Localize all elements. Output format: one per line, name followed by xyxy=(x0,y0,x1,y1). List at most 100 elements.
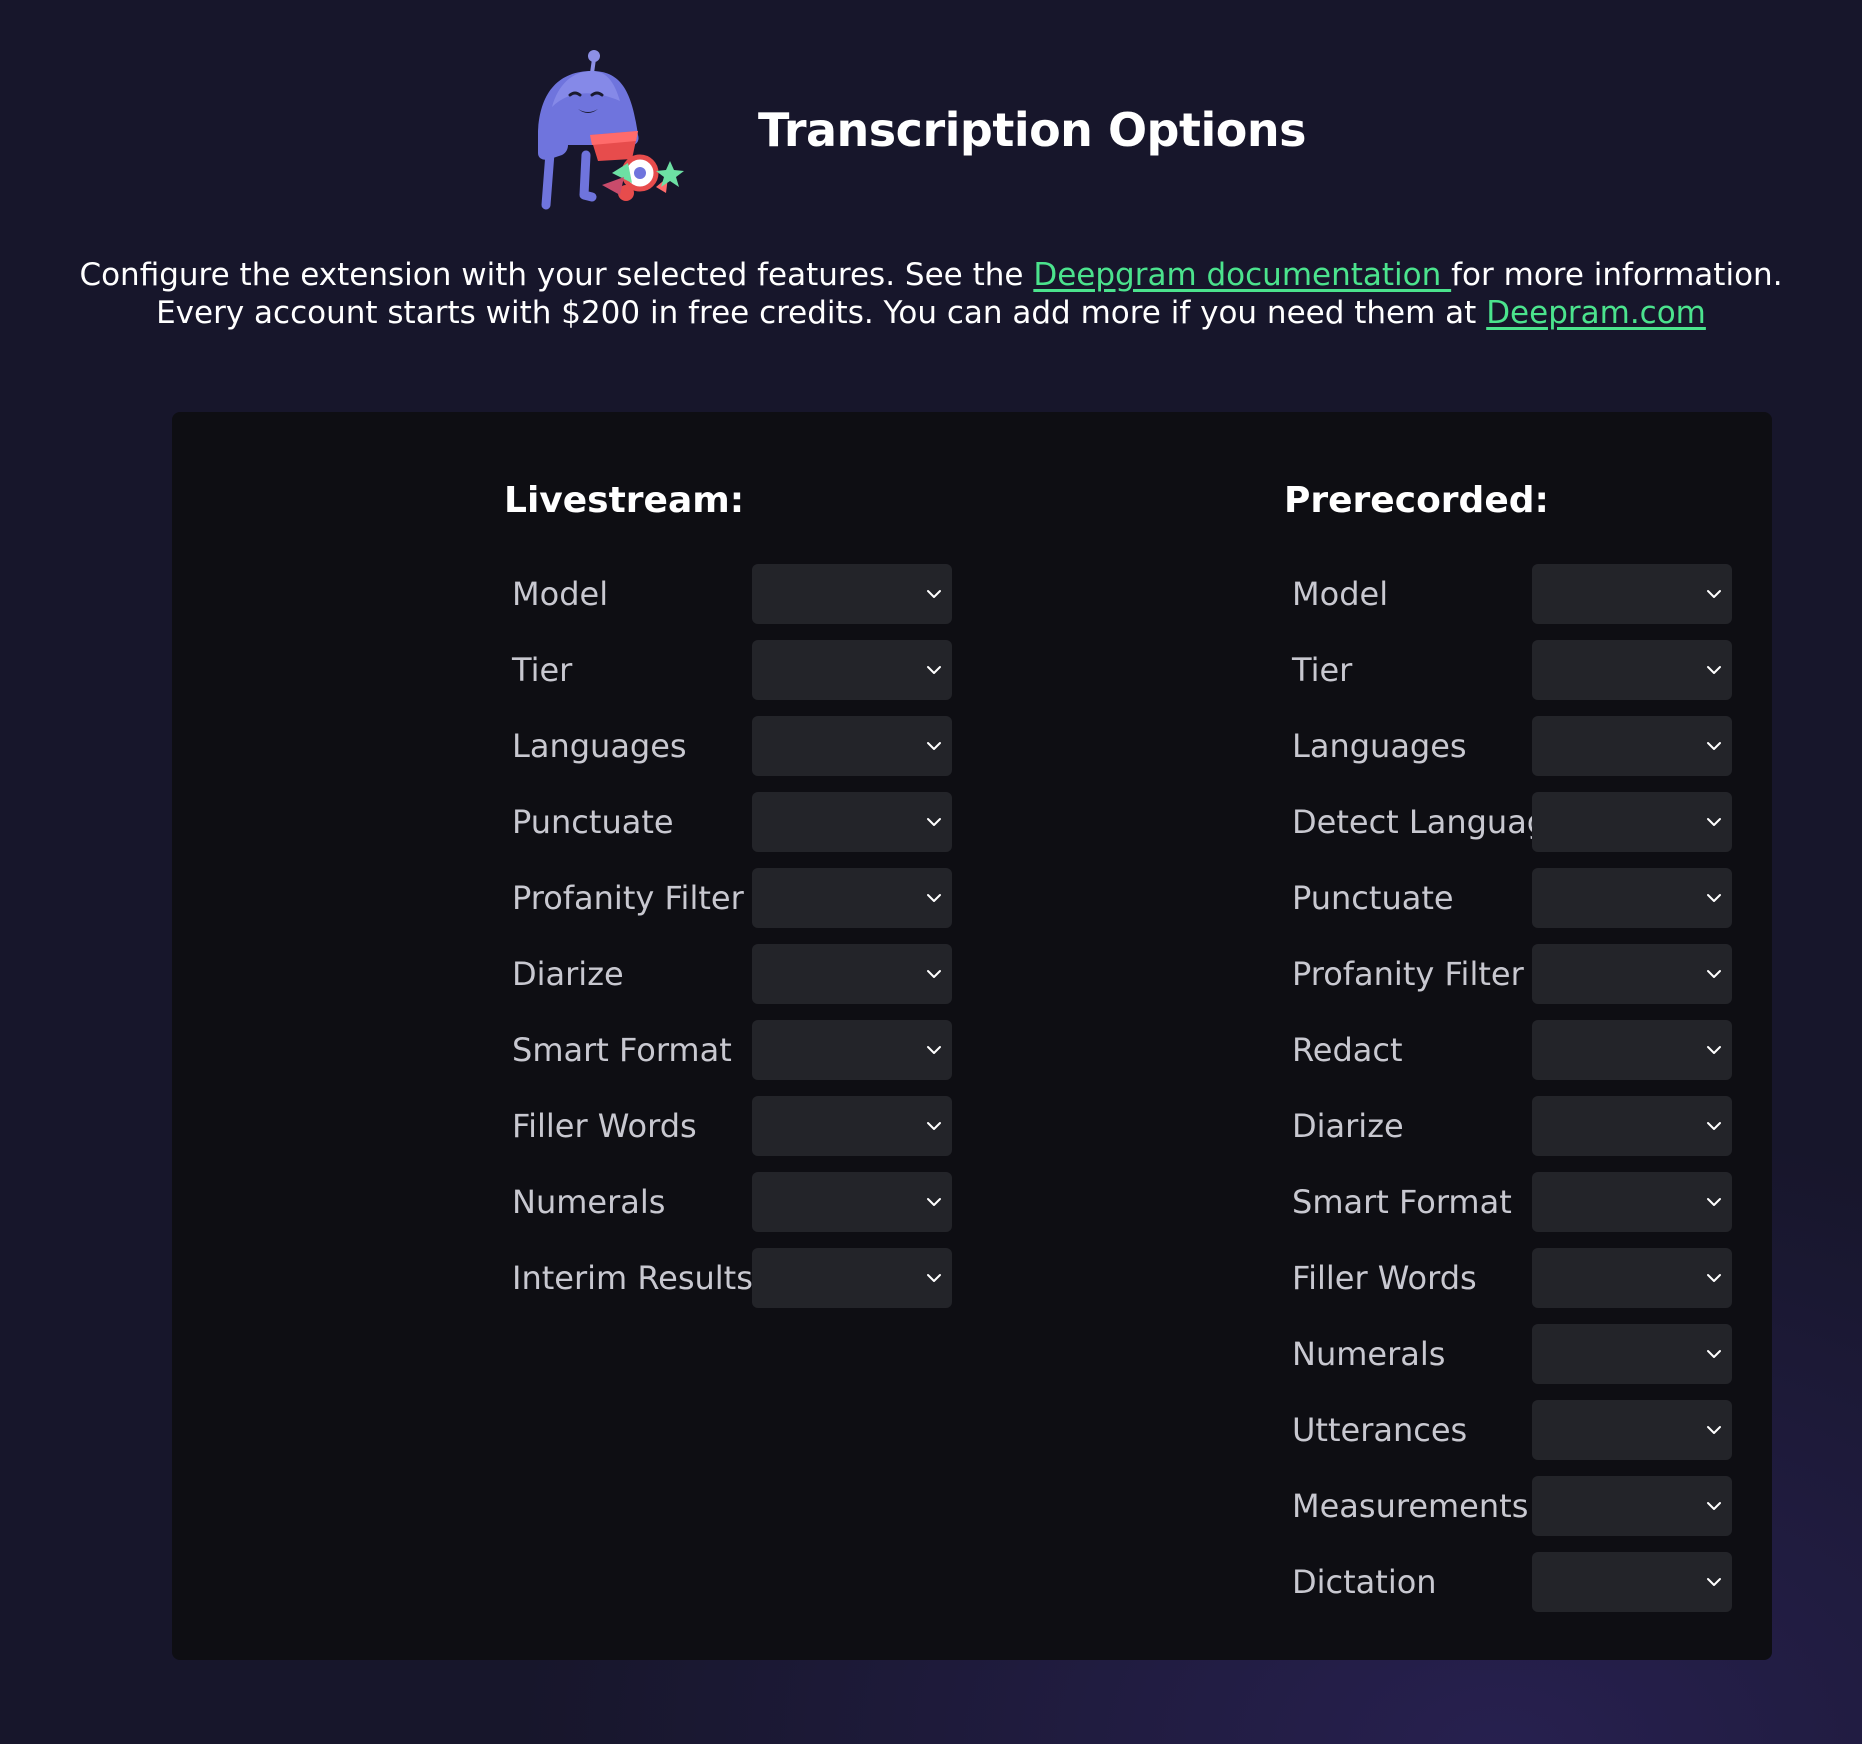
smart-format-label: Smart Format xyxy=(1292,1183,1512,1221)
dictation-label: Dictation xyxy=(1292,1563,1437,1601)
prerecorded-row-utterances: Utterances xyxy=(1112,1400,1732,1460)
profanity-filter-select[interactable] xyxy=(752,868,952,928)
livestream-row-punctuate: Punctuate xyxy=(332,792,952,852)
detect-language-select[interactable] xyxy=(1532,792,1732,852)
tier-select[interactable] xyxy=(752,640,952,700)
measurements-select[interactable] xyxy=(1532,1476,1732,1536)
punctuate-label: Punctuate xyxy=(512,803,674,841)
intro-text: Configure the extension with your select… xyxy=(0,256,1862,332)
model-select[interactable] xyxy=(752,564,952,624)
intro-line-1-end: for more information. xyxy=(1451,257,1783,293)
model-select[interactable] xyxy=(1532,564,1732,624)
numerals-select[interactable] xyxy=(1532,1324,1732,1384)
filler-words-select[interactable] xyxy=(1532,1248,1732,1308)
model-label: Model xyxy=(1292,575,1389,613)
chevron-down-icon xyxy=(927,742,941,750)
options-card: Livestream: Model Tier Languages Punctuate P… xyxy=(172,412,1772,1660)
tier-label: Tier xyxy=(1292,651,1353,689)
filler-words-label: Filler Words xyxy=(512,1107,697,1145)
dictation-select[interactable] xyxy=(1532,1552,1732,1612)
smart-format-select[interactable] xyxy=(752,1020,952,1080)
chevron-down-icon xyxy=(927,1122,941,1130)
chevron-down-icon xyxy=(927,590,941,598)
languages-select[interactable] xyxy=(1532,716,1732,776)
interim-results-label: Interim Results xyxy=(512,1259,753,1297)
chevron-down-icon xyxy=(1707,1426,1721,1434)
prerecorded-row-model: Model xyxy=(1112,564,1732,624)
livestream-row-profanity-filter: Profanity Filter xyxy=(332,868,952,928)
filler-words-select[interactable] xyxy=(752,1096,952,1156)
chevron-down-icon xyxy=(927,666,941,674)
chevron-down-icon xyxy=(927,1274,941,1282)
livestream-row-languages: Languages xyxy=(332,716,952,776)
punctuate-select[interactable] xyxy=(1532,868,1732,928)
chevron-down-icon xyxy=(1707,1350,1721,1358)
profanity-filter-select[interactable] xyxy=(1532,944,1732,1004)
prerecorded-row-measurements: Measurements xyxy=(1112,1476,1732,1536)
languages-label: Languages xyxy=(512,727,687,765)
deepgram-site-link[interactable]: Deepram.com xyxy=(1486,295,1706,331)
utterances-select[interactable] xyxy=(1532,1400,1732,1460)
livestream-row-filler-words: Filler Words xyxy=(332,1096,952,1156)
smart-format-select[interactable] xyxy=(1532,1172,1732,1232)
profanity-filter-label: Profanity Filter xyxy=(1292,955,1524,993)
prerecorded-row-detect-language: Detect Language xyxy=(1112,792,1732,852)
chevron-down-icon xyxy=(1707,1198,1721,1206)
diarize-label: Diarize xyxy=(1292,1107,1404,1145)
chevron-down-icon xyxy=(927,818,941,826)
chevron-down-icon xyxy=(1707,1046,1721,1054)
livestream-row-numerals: Numerals xyxy=(332,1172,952,1232)
diarize-select[interactable] xyxy=(752,944,952,1004)
measurements-label: Measurements xyxy=(1292,1487,1529,1525)
prerecorded-row-diarize: Diarize xyxy=(1112,1096,1732,1156)
prerecorded-row-profanity-filter: Profanity Filter xyxy=(1112,944,1732,1004)
prerecorded-row-punctuate: Punctuate xyxy=(1112,868,1732,928)
intro-line-1: Configure the extension with your select… xyxy=(0,256,1862,294)
chevron-down-icon xyxy=(1707,1122,1721,1130)
prerecorded-row-dictation: Dictation xyxy=(1112,1552,1732,1612)
intro-line-2-text: Every account starts with $200 in free c… xyxy=(156,295,1487,331)
tier-label: Tier xyxy=(512,651,573,689)
deepgram-docs-link[interactable]: Deepgram documentation xyxy=(1033,257,1451,293)
prerecorded-row-smart-format: Smart Format xyxy=(1112,1172,1732,1232)
diarize-select[interactable] xyxy=(1532,1096,1732,1156)
chevron-down-icon xyxy=(927,1198,941,1206)
prerecorded-fields: Model Tier Languages Detect Language Punctua… xyxy=(1112,564,1732,1628)
numerals-select[interactable] xyxy=(752,1172,952,1232)
intro-line-2: Every account starts with $200 in free c… xyxy=(0,294,1862,332)
punctuate-label: Punctuate xyxy=(1292,879,1454,917)
chevron-down-icon xyxy=(1707,1502,1721,1510)
model-label: Model xyxy=(512,575,609,613)
prerecorded-row-filler-words: Filler Words xyxy=(1112,1248,1732,1308)
redact-label: Redact xyxy=(1292,1031,1403,1069)
prerecorded-row-redact: Redact xyxy=(1112,1020,1732,1080)
chevron-down-icon xyxy=(927,894,941,902)
languages-select[interactable] xyxy=(752,716,952,776)
chevron-down-icon xyxy=(1707,1274,1721,1282)
page-header: Transcription Options xyxy=(528,40,1306,220)
intro-line-1-text: Configure the extension with your select… xyxy=(79,257,1034,293)
chevron-down-icon xyxy=(1707,894,1721,902)
chevron-down-icon xyxy=(927,970,941,978)
livestream-row-smart-format: Smart Format xyxy=(332,1020,952,1080)
diarize-label: Diarize xyxy=(512,955,624,993)
chevron-down-icon xyxy=(1707,1578,1721,1586)
prerecorded-row-languages: Languages xyxy=(1112,716,1732,776)
filler-words-label: Filler Words xyxy=(1292,1259,1477,1297)
numerals-label: Numerals xyxy=(1292,1335,1446,1373)
chevron-down-icon xyxy=(1707,742,1721,750)
livestream-row-tier: Tier xyxy=(332,640,952,700)
prerecorded-row-tier: Tier xyxy=(1112,640,1732,700)
redact-select[interactable] xyxy=(1532,1020,1732,1080)
punctuate-select[interactable] xyxy=(752,792,952,852)
tier-select[interactable] xyxy=(1532,640,1732,700)
numerals-label: Numerals xyxy=(512,1183,666,1221)
interim-results-select[interactable] xyxy=(752,1248,952,1308)
chevron-down-icon xyxy=(1707,590,1721,598)
chevron-down-icon xyxy=(927,1046,941,1054)
detect-language-label: Detect Language xyxy=(1292,803,1567,841)
deepgram-mascot-icon xyxy=(538,50,684,210)
chevron-down-icon xyxy=(1707,970,1721,978)
chevron-down-icon xyxy=(1707,818,1721,826)
prerecorded-title: Prerecorded: xyxy=(1284,480,1549,521)
